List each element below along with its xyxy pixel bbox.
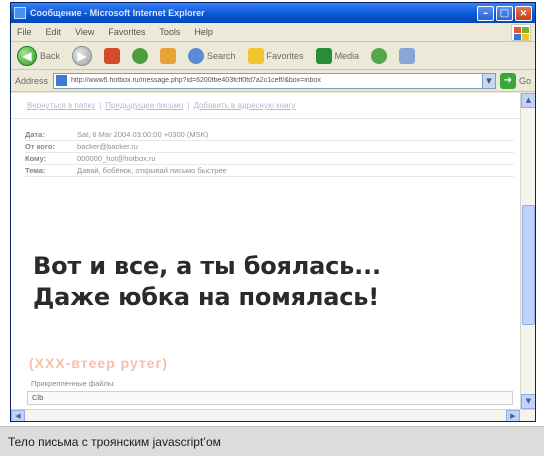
back-arrow-icon: ◀ [17,45,37,66]
search-icon [188,47,205,64]
go-button[interactable]: ➜ Go [499,72,531,89]
standard-toolbar: ◀ Back ▶ Search Favorites Media [11,42,535,70]
horizontal-scrollbar[interactable]: ◀ ▶ [11,409,535,421]
window-controls: – □ × [477,5,532,21]
header-key: Дата: [25,130,45,139]
title-bar: Сообщение - Microsoft Internet Explorer … [11,3,535,23]
address-dropdown-icon[interactable]: ▼ [481,73,495,88]
back-label: Back [40,50,61,61]
body-line: Вот и все, а ты боялась... [33,252,381,280]
header-key: Кому: [25,154,47,163]
menu-edit[interactable]: Edit [46,27,62,37]
body-line: Даже юбка на помялась! [33,283,379,311]
header-key: Тема: [25,166,46,175]
stop-button[interactable] [104,47,121,64]
menu-bar: File Edit View Favorites Tools Help [11,23,535,42]
message-nav-links: Вернуться в папку | Предыдущее письмо | … [11,93,520,119]
scroll-thumb[interactable] [522,205,535,325]
close-button[interactable]: × [515,5,532,21]
media-button[interactable]: Media [315,47,360,64]
address-url[interactable]: http://www5.hotbox.ru/message.php?id=620… [71,77,482,84]
back-to-folder-link[interactable]: Вернуться в папку [27,101,95,110]
forward-button[interactable]: ▶ [72,45,93,66]
window-title: Сообщение - Microsoft Internet Explorer [30,8,205,18]
figure-caption: Тело письма с троянским javascript’ом [0,426,544,456]
favorites-label: Favorites [266,50,304,61]
attachment-item[interactable]: Clb [27,391,513,405]
stop-icon [104,47,121,64]
orange-body-text: (ХХХ-втеер рутег) [29,355,169,371]
message-body-text: Вот и все, а ты боялась... Даже юбка на … [33,251,381,313]
refresh-icon [132,47,149,64]
link-separator: | [99,101,102,110]
scroll-left-icon[interactable]: ◀ [11,410,25,421]
ie-icon [14,7,26,19]
header-row-date: Дата: Sat, 6 Mar 2004 03:00:00 +0300 (MS… [25,129,514,141]
favorites-star-icon [247,47,264,64]
mail-icon [399,47,416,64]
go-arrow-icon: ➜ [499,72,516,89]
address-bar: Address http://www5.hotbox.ru/message.ph… [11,70,535,92]
history-button[interactable] [371,47,388,64]
history-icon [371,47,388,64]
add-to-addressbook-link[interactable]: Добавить в адресную книгу [193,101,295,110]
home-icon [160,47,177,64]
favorites-button[interactable]: Favorites [247,47,304,64]
browser-window: Сообщение - Microsoft Internet Explorer … [10,2,536,422]
header-value[interactable]: 000000_hot@hotbox.ru [77,154,156,163]
scroll-up-icon[interactable]: ▲ [521,93,535,108]
header-row-subject: Тема: Давай, бобёнок, открывай письмо бы… [25,165,514,177]
scroll-down-icon[interactable]: ▼ [521,394,535,409]
page-content: Вернуться в папку | Предыдущее письмо | … [11,93,520,409]
back-button[interactable]: ◀ Back [17,45,61,66]
search-button[interactable]: Search [188,47,236,64]
mail-button[interactable] [399,47,416,64]
link-separator: | [187,101,190,110]
maximize-button[interactable]: □ [496,5,513,21]
search-label: Search [207,50,236,61]
address-label: Address [15,75,49,86]
previous-message-link[interactable]: Предыдущее письмо [105,101,183,110]
header-value: Sat, 6 Mar 2004 03:00:00 +0300 (MSK) [77,130,209,139]
refresh-button[interactable] [132,47,149,64]
windows-logo-icon [511,24,531,41]
media-icon [315,47,332,64]
header-key: От кого: [25,142,55,151]
scroll-right-icon[interactable]: ▶ [506,410,520,421]
address-field[interactable]: http://www5.hotbox.ru/message.php?id=620… [53,72,496,89]
header-value[interactable]: backer@backer.ru [77,142,138,151]
menu-file[interactable]: File [17,27,32,37]
menu-help[interactable]: Help [194,27,213,37]
minimize-button[interactable]: – [477,5,494,21]
menu-favorites[interactable]: Favorites [108,27,145,37]
attachments-label: Прикрепленные файлы: [31,379,116,388]
header-row-to: Кому: 000000_hot@hotbox.ru [25,153,514,165]
go-label: Go [518,75,531,86]
media-label: Media [334,50,360,61]
header-value: Давай, бобёнок, открывай письмо быстрее [77,166,227,175]
page-icon [56,75,67,86]
menu-view[interactable]: View [75,27,94,37]
forward-arrow-icon: ▶ [72,45,93,66]
figure: Сообщение - Microsoft Internet Explorer … [0,0,544,456]
menu-tools[interactable]: Tools [159,27,180,37]
message-headers: Дата: Sat, 6 Mar 2004 03:00:00 +0300 (MS… [25,129,514,177]
vertical-scrollbar[interactable]: ▲ ▼ [520,93,535,409]
header-row-from: От кого: backer@backer.ru [25,141,514,153]
home-button[interactable] [160,47,177,64]
